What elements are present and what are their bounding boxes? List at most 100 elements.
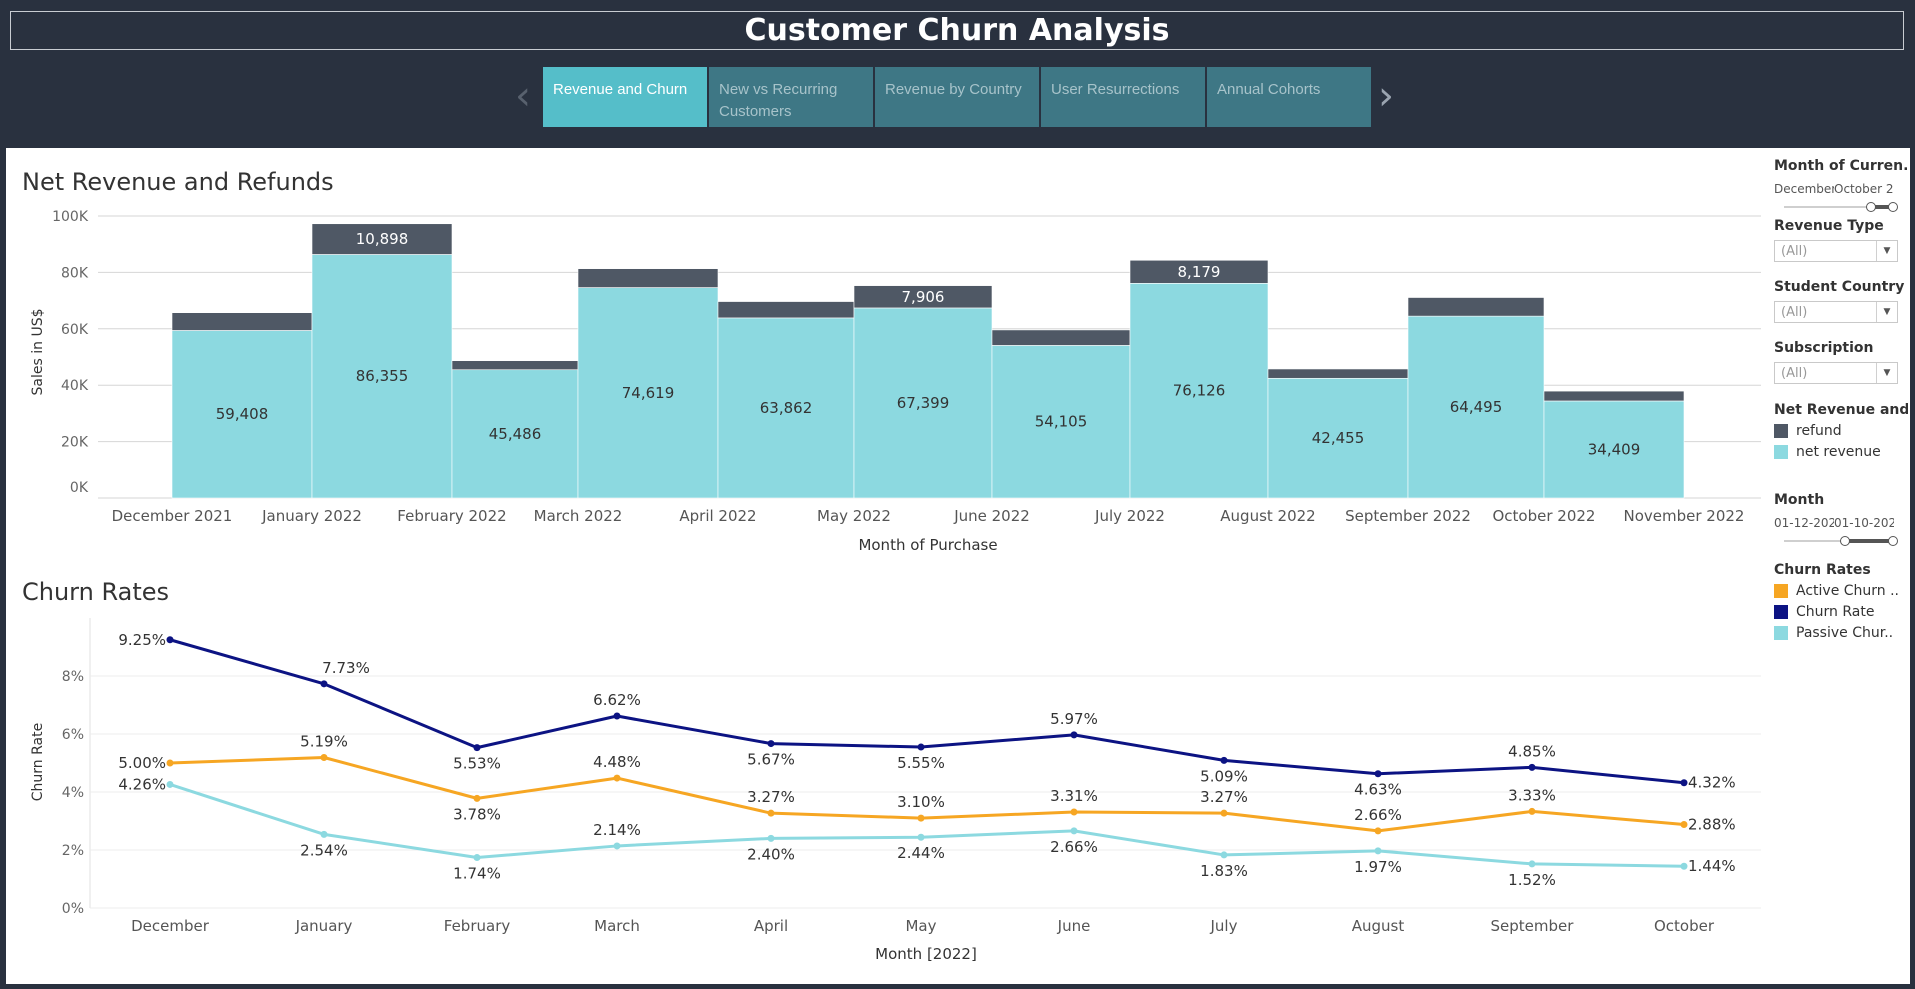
line-data-point xyxy=(1070,827,1078,835)
line-data-point xyxy=(613,774,621,782)
chevron-down-icon: ▼ xyxy=(1876,302,1897,322)
tab-user-resurrections[interactable]: User Resurrections xyxy=(1041,67,1205,127)
bar-refund xyxy=(1543,390,1685,402)
bar-x-tick-label: July 2022 xyxy=(1094,507,1165,525)
legend-label: Active Churn .. xyxy=(1796,583,1900,599)
bar-refund-label: 8,179 xyxy=(1178,263,1221,281)
line-data-label: 5.53% xyxy=(453,755,501,773)
legend-item-churn-rate[interactable]: Churn Rate xyxy=(1774,604,1908,620)
legend-swatch xyxy=(1774,424,1788,438)
line-y-axis-label: Churn Rate xyxy=(30,723,46,801)
subscription-value: (All) xyxy=(1781,366,1808,381)
slider-handle-start[interactable] xyxy=(1866,202,1876,212)
chevron-down-icon: ▼ xyxy=(1876,241,1897,261)
line-data-label: 2.66% xyxy=(1354,806,1402,824)
line-data-label: 2.66% xyxy=(1050,838,1098,856)
bar-data-label: 64,495 xyxy=(1450,398,1503,416)
student-country-filter: Student Country (All) ▼ xyxy=(1774,279,1908,323)
bar-refund xyxy=(717,301,855,319)
tab-revenue-by-country[interactable]: Revenue by Country xyxy=(875,67,1039,127)
bar-data-label: 74,619 xyxy=(622,384,675,402)
line-data-label: 5.55% xyxy=(897,754,945,772)
line-data-label: 5.97% xyxy=(1050,710,1098,728)
line-data-point xyxy=(917,833,925,841)
line-x-tick-label: April xyxy=(754,917,788,935)
chevron-right-icon[interactable]: › xyxy=(1378,76,1394,116)
tab-annual-cohorts[interactable]: Annual Cohorts xyxy=(1207,67,1371,127)
bar-x-tick-label: April 2022 xyxy=(679,507,756,525)
line-data-point xyxy=(1680,779,1688,787)
student-country-value: (All) xyxy=(1781,305,1808,320)
line-data-label: 1.74% xyxy=(453,865,501,883)
month-range-text: 01-12-2021 01-10-2022 xyxy=(1774,516,1908,530)
subscription-dropdown[interactable]: (All) ▼ xyxy=(1774,362,1898,384)
legend-swatch xyxy=(1774,445,1788,459)
story-tabs: Revenue and Churn New vs Recurring Custo… xyxy=(543,67,1371,127)
month-current-end: October 2 xyxy=(1834,182,1894,196)
tab-new-vs-recurring[interactable]: New vs Recurring Customers xyxy=(709,67,873,127)
line-data-point xyxy=(320,753,328,761)
month-label: Month xyxy=(1774,492,1825,508)
legend-label: net revenue xyxy=(1796,444,1881,460)
slider-handle-start[interactable] xyxy=(1840,536,1850,546)
subscription-label: Subscription xyxy=(1774,340,1874,356)
bar-refund xyxy=(991,329,1131,346)
line-data-label: 4.26% xyxy=(118,775,166,793)
student-country-dropdown[interactable]: (All) ▼ xyxy=(1774,301,1898,323)
line-data-label: 5.67% xyxy=(747,751,795,769)
line-data-point xyxy=(1528,763,1536,771)
line-data-label: 3.27% xyxy=(1200,788,1248,806)
bar-y-tick-label: 0K xyxy=(70,480,89,496)
bar-chart-title: Net Revenue and Refunds xyxy=(22,168,334,196)
dashboard-title-bar: Customer Churn Analysis xyxy=(10,11,1904,50)
bar-data-label: 67,399 xyxy=(897,394,950,412)
bar-refund-label: 10,898 xyxy=(356,230,409,248)
bar-x-tick-label: December 2021 xyxy=(112,507,233,525)
line-x-tick-label: May xyxy=(905,917,936,935)
bar-x-tick-label: January 2022 xyxy=(261,507,362,525)
tab-revenue-and-churn[interactable]: Revenue and Churn xyxy=(543,67,707,127)
line-data-label: 5.09% xyxy=(1200,767,1248,785)
line-data-label: 3.31% xyxy=(1050,787,1098,805)
bar-x-tick-label: February 2022 xyxy=(397,507,506,525)
month-slider[interactable] xyxy=(1784,536,1898,546)
line-data-point xyxy=(917,814,925,822)
line-data-point xyxy=(1070,808,1078,816)
month-current-slider[interactable] xyxy=(1784,202,1898,212)
line-data-label: 7.73% xyxy=(322,659,370,677)
legend-item-refund[interactable]: refund xyxy=(1774,423,1908,439)
slider-handle-end[interactable] xyxy=(1888,536,1898,546)
revenue-type-filter: Revenue Type (All) ▼ xyxy=(1774,218,1908,262)
bar-x-axis-label: Month of Purchase xyxy=(858,536,997,554)
bar-x-tick-label: October 2022 xyxy=(1493,507,1596,525)
dashboard-panel: Net Revenue and Refunds 0K 20K 40K 60K 80K 100… xyxy=(6,148,1910,984)
line-y-tick-label: 0% xyxy=(62,901,84,917)
line-data-point xyxy=(320,680,328,688)
line-data-label: 5.00% xyxy=(118,754,166,772)
bar-refund xyxy=(577,268,719,288)
churn-legend-title: Churn Rates xyxy=(1774,562,1871,578)
line-data-point xyxy=(1220,851,1228,859)
line-data-label: 9.25% xyxy=(118,631,166,649)
line-data-point xyxy=(1374,827,1382,835)
line-data-label: 1.97% xyxy=(1354,858,1402,876)
legend-swatch xyxy=(1774,605,1788,619)
student-country-label: Student Country xyxy=(1774,279,1905,295)
line-data-point xyxy=(1374,847,1382,855)
legend-swatch xyxy=(1774,626,1788,640)
slider-handle-end[interactable] xyxy=(1888,202,1898,212)
chevron-left-icon[interactable]: ‹ xyxy=(515,76,531,116)
line-data-point xyxy=(320,830,328,838)
legend-item-net-revenue[interactable]: net revenue xyxy=(1774,444,1908,460)
chevron-down-icon: ▼ xyxy=(1876,363,1897,383)
bar-y-tick-label: 100K xyxy=(52,209,89,225)
month-current-label: Month of Curren.. xyxy=(1774,158,1908,174)
legend-item-active-churn[interactable]: Active Churn .. xyxy=(1774,583,1908,599)
line-y-tick-label: 6% xyxy=(62,727,84,743)
revenue-type-dropdown[interactable]: (All) ▼ xyxy=(1774,240,1898,262)
bar-x-tick-label: September 2022 xyxy=(1345,507,1471,525)
bar-data-label: 54,105 xyxy=(1035,413,1088,431)
legend-item-passive-churn[interactable]: Passive Chur.. xyxy=(1774,625,1908,641)
bar-y-tick-label: 40K xyxy=(61,378,89,394)
bar-data-label: 34,409 xyxy=(1588,440,1641,458)
